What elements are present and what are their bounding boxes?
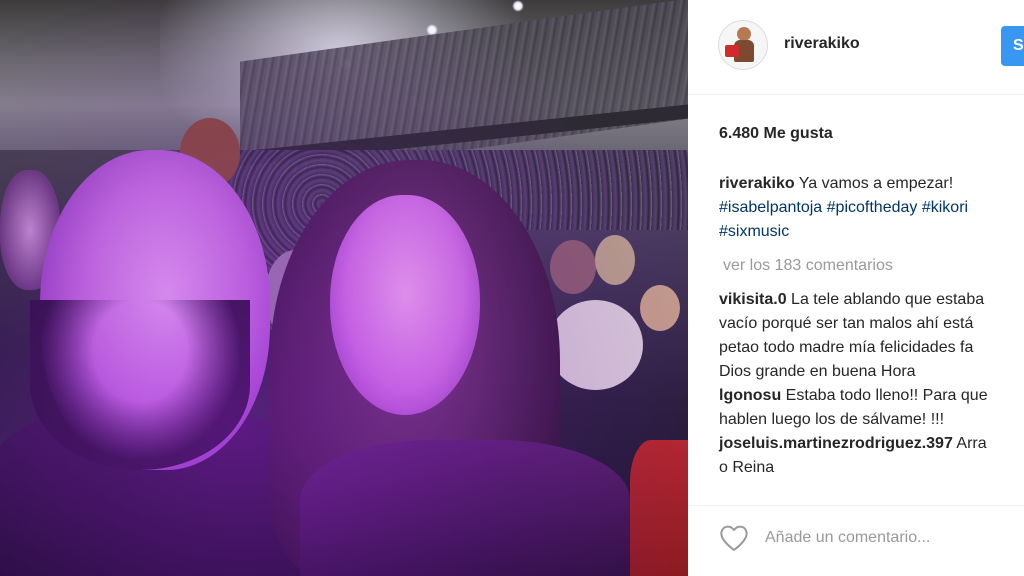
- comment-text: petao todo madre mía felicidades fa: [719, 339, 974, 356]
- hashtag-link[interactable]: #picoftheday: [827, 199, 918, 216]
- comment-text: Dios grande en buena Hora: [719, 363, 916, 380]
- likes-count[interactable]: 6.480 Me gusta: [719, 125, 833, 143]
- hashtag-link[interactable]: #kikori: [922, 199, 968, 216]
- post-sidebar: riverakiko S 6.480 Me gusta riverakiko Y…: [688, 0, 1024, 576]
- comment-text: Estaba todo lleno!! Para que: [781, 387, 988, 404]
- post-header: riverakiko S: [688, 0, 1024, 95]
- add-comment-input[interactable]: [765, 524, 1024, 552]
- caption-hashtags: #sixmusic: [719, 220, 1024, 244]
- comment: vikisita.0 La tele ablando que estaba va…: [719, 288, 1024, 384]
- avatar[interactable]: [718, 20, 768, 70]
- add-comment-bar: [688, 505, 1024, 576]
- comments-section: riverakiko Ya vamos a empezar! #isabelpa…: [719, 172, 1024, 480]
- caption-username[interactable]: riverakiko: [719, 175, 795, 192]
- view-all-comments-link[interactable]: ver los 183 comentarios: [723, 254, 1024, 278]
- purple-light-wash: [0, 0, 688, 576]
- comment: joseluis.martinezrodriguez.397 Arra o Re…: [719, 432, 1024, 480]
- comment-username[interactable]: vikisita.0: [719, 291, 787, 308]
- heart-icon-svg: [720, 525, 748, 551]
- post-photo[interactable]: [0, 0, 688, 576]
- follow-button[interactable]: S: [1001, 26, 1024, 66]
- hashtag-link[interactable]: #isabelpantoja: [719, 199, 822, 216]
- hashtag-link[interactable]: #sixmusic: [719, 223, 789, 240]
- caption-hashtags: #isabelpantoja #picoftheday #kikori: [719, 196, 1024, 220]
- avatar-badge: [725, 45, 739, 57]
- comment-text: vacío porqué ser tan malos ahí está: [719, 315, 974, 332]
- comment-username[interactable]: joseluis.martinezrodriguez.397: [719, 435, 953, 452]
- comment-username[interactable]: lgonosu: [719, 387, 781, 404]
- avatar-figure-head: [737, 27, 751, 41]
- username-link[interactable]: riverakiko: [784, 35, 860, 53]
- comment-text: La tele ablando que estaba: [786, 291, 985, 308]
- comment: lgonosu Estaba todo lleno!! Para que hab…: [719, 384, 1024, 432]
- caption-text: Ya vamos a empezar!: [794, 175, 954, 192]
- comment-text: o Reina: [719, 459, 775, 476]
- caption: riverakiko Ya vamos a empezar!: [719, 172, 1024, 196]
- comment-text: Arra: [952, 435, 987, 452]
- comment-text: hablen luego los de sálvame! !!!: [719, 411, 945, 428]
- heart-icon[interactable]: [718, 523, 750, 553]
